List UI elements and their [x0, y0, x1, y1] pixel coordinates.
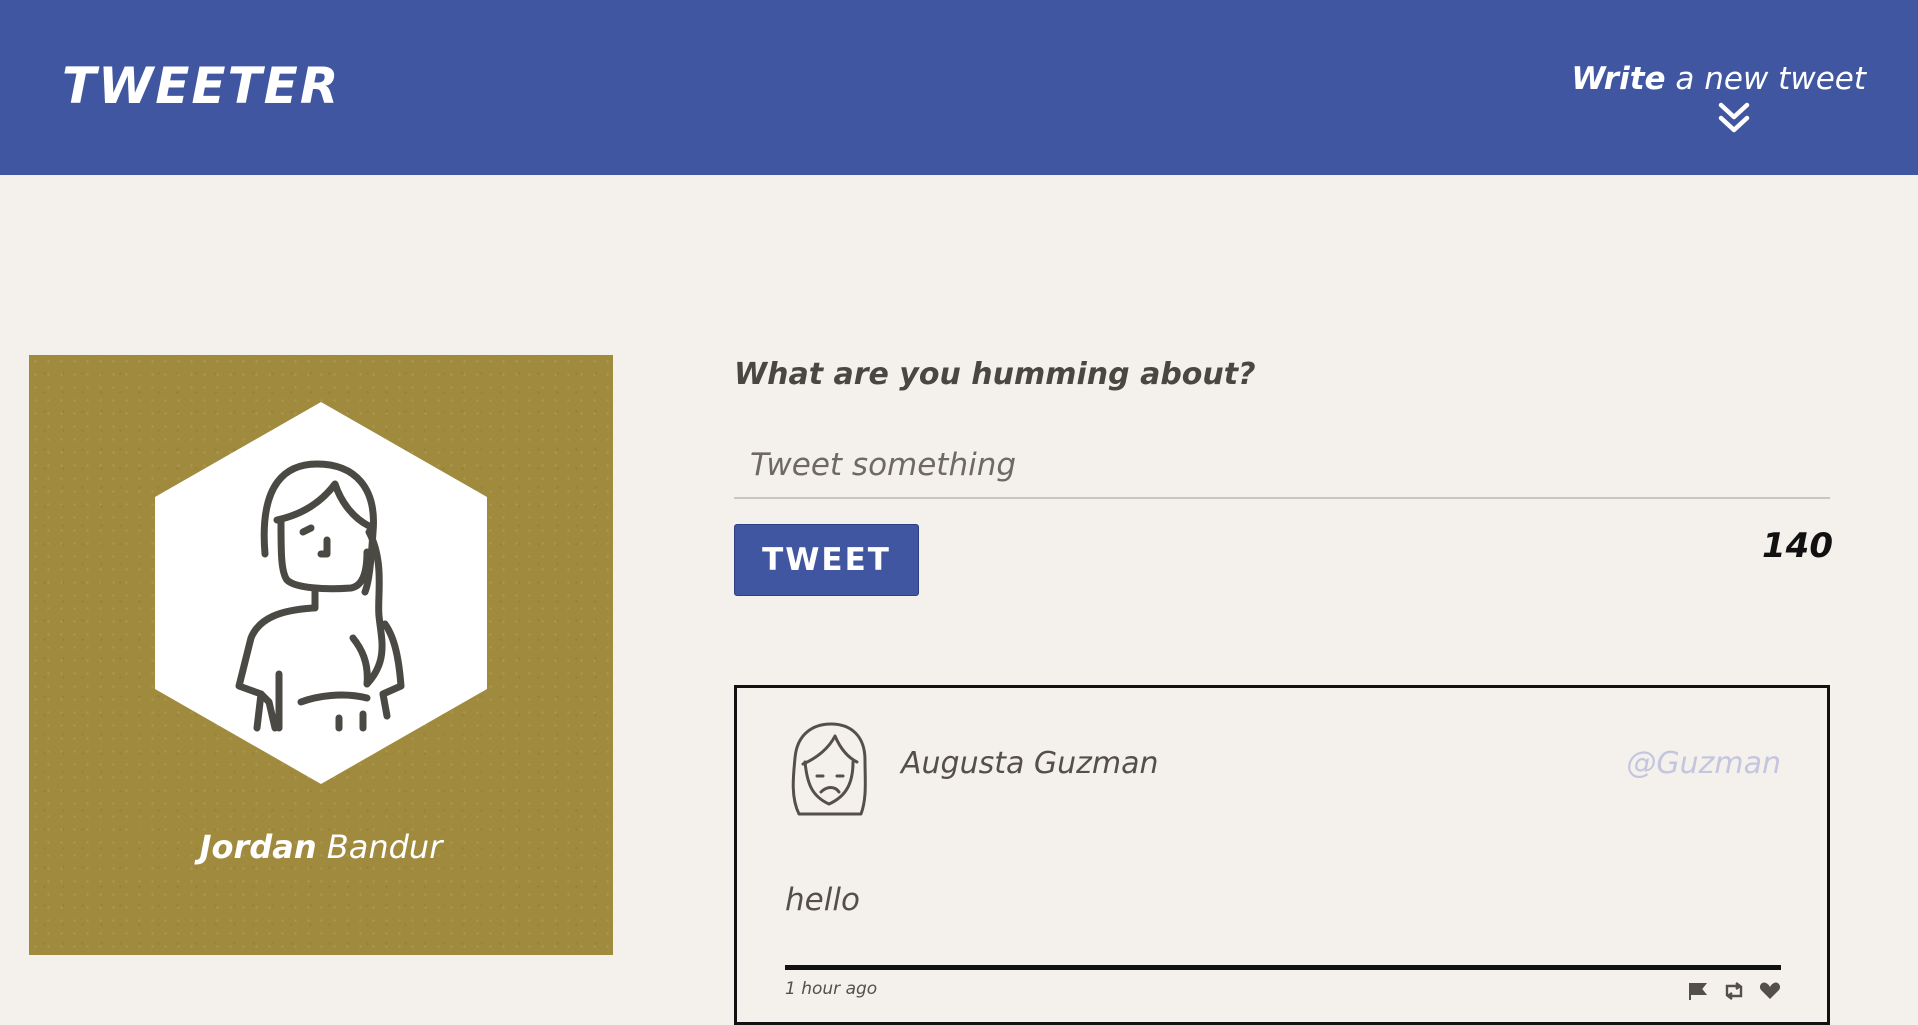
tweet-actions	[1687, 982, 1781, 1000]
flag-icon[interactable]	[1687, 982, 1709, 1000]
profile-first-name: Jordan	[199, 828, 317, 866]
tweet-card: Augusta Guzman @Guzman hello 1 hour ago	[734, 685, 1830, 1025]
profile-display-name: Jordan Bandur	[29, 825, 613, 869]
woman-avatar-icon	[155, 402, 487, 784]
write-new-tweet-label-rest: a new tweet	[1665, 61, 1866, 97]
girl-avatar-icon	[785, 718, 873, 818]
heart-icon[interactable]	[1759, 982, 1781, 1000]
write-new-tweet-label[interactable]: Write a new tweet	[1566, 58, 1866, 100]
tweet-text-input[interactable]	[734, 433, 1830, 499]
retweet-icon[interactable]	[1723, 982, 1745, 1000]
new-tweet-composer: What are you humming about? TWEET 140	[734, 353, 1833, 603]
tweet-author-handle[interactable]: @Guzman	[1626, 744, 1781, 784]
user-profile-card: Jordan Bandur	[29, 355, 613, 955]
top-navigation-bar: TWEETER Write a new tweet	[0, 0, 1918, 175]
tweet-submit-button[interactable]: TWEET	[734, 524, 919, 596]
write-new-tweet-label-bold: Write	[1571, 61, 1666, 97]
tweet-divider	[785, 965, 1781, 970]
composer-prompt: What are you humming about?	[734, 357, 1256, 392]
tweet-author-name[interactable]: Augusta Guzman	[901, 744, 1159, 784]
profile-last-name: Bandur	[316, 828, 443, 866]
character-counter: 140	[1762, 526, 1833, 566]
double-chevron-down-icon[interactable]	[1717, 102, 1751, 139]
write-new-tweet-toggle[interactable]: Write a new tweet	[1566, 58, 1866, 139]
brand-logo[interactable]: TWEETER	[62, 56, 340, 116]
tweet-timestamp: 1 hour ago	[785, 979, 878, 999]
tweet-content: hello	[785, 882, 860, 918]
